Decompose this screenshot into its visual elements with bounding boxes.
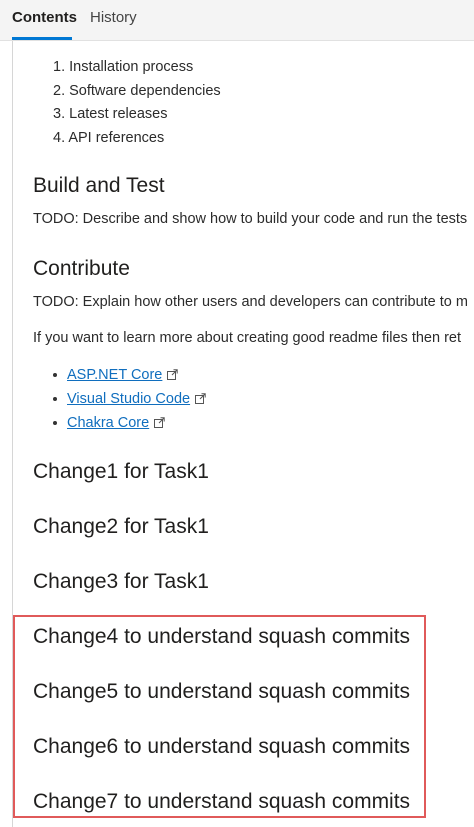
active-tab-indicator [12, 37, 72, 40]
link-visual-studio-code[interactable]: Visual Studio Code [67, 391, 190, 407]
external-link-icon[interactable] [154, 417, 165, 428]
external-link-icon[interactable] [167, 369, 179, 380]
list-item: 1. Installation process [53, 59, 194, 75]
heading-change1: Change1 for Task1 [33, 460, 209, 483]
links-list: ASP.NET Core Visual Studio Code Chakra C… [53, 363, 206, 435]
list-item: 4. API references [53, 129, 165, 146]
heading-change3: Change3 for Task1 [33, 570, 209, 593]
heading-build-and-test: Build and Test [33, 174, 165, 197]
tab-bar: Contents History [0, 0, 474, 41]
intro-list: 1. Installation process 2. Software depe… [53, 56, 221, 150]
build-test-text: TODO: Describe and show how to build you… [33, 211, 468, 227]
list-item: ASP.NET Core [53, 363, 206, 387]
heading-change2: Change2 for Task1 [33, 515, 209, 538]
list-item: Chakra Core [53, 411, 206, 435]
link-chakra-core[interactable]: Chakra Core [67, 415, 149, 431]
link-aspnet-core[interactable]: ASP.NET Core [67, 367, 162, 383]
tab-contents[interactable]: Contents [12, 9, 77, 27]
external-link-icon[interactable] [195, 393, 206, 404]
highlight-box [13, 615, 426, 818]
list-item: 3. Latest releases [53, 106, 168, 122]
list-item: Visual Studio Code [53, 387, 206, 411]
contribute-text: TODO: Explain how other users and develo… [33, 294, 468, 310]
readme-info-text: If you want to learn more about creating… [33, 330, 461, 346]
list-item: 2. Software dependencies [53, 82, 221, 99]
tab-history[interactable]: History [90, 9, 137, 27]
heading-contribute: Contribute [33, 257, 130, 280]
